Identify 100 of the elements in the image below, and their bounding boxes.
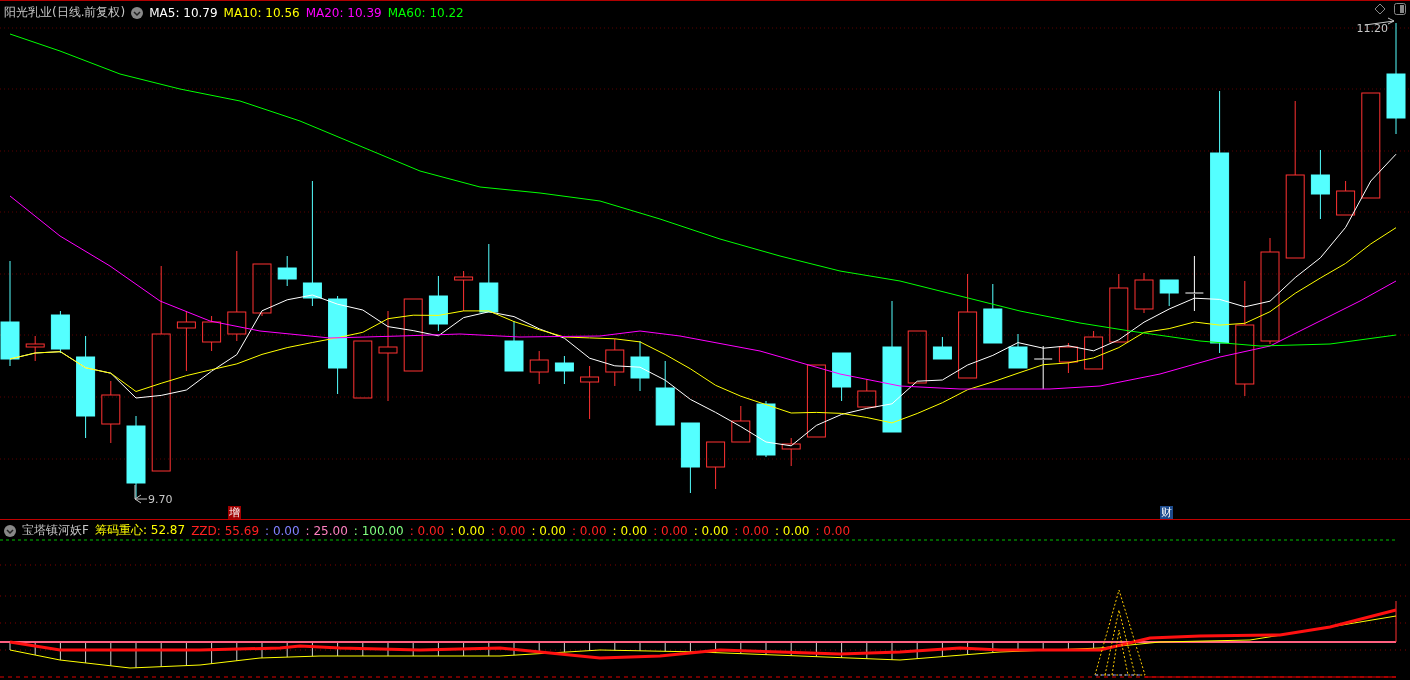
panel-toggle-icon[interactable]	[1394, 3, 1406, 15]
candlestick	[1159, 279, 1179, 307]
indicator-bar	[1017, 641, 1019, 652]
indicator-bar	[815, 641, 817, 658]
indicator-bar	[664, 641, 666, 652]
indicator-bar	[513, 641, 515, 656]
indicator-value: : 0.00	[531, 523, 566, 538]
candlestick	[428, 275, 448, 332]
indicator-value: : 0.00	[612, 523, 648, 538]
price-label: 11.20	[1356, 22, 1388, 35]
event-marker[interactable]: 财	[1160, 506, 1173, 519]
indicator-bar	[891, 641, 893, 661]
candlestick	[731, 405, 751, 443]
candlestick	[202, 315, 222, 352]
indicator-bar	[1042, 641, 1044, 651]
candlestick	[1310, 149, 1330, 220]
candlestick	[504, 320, 524, 372]
indicator-bar	[1395, 600, 1397, 643]
indicator-bar	[790, 641, 792, 657]
leader-line	[134, 484, 148, 504]
candlestick	[529, 350, 549, 385]
candlestick	[680, 422, 700, 494]
candlestick	[706, 441, 726, 490]
indicator-value: : 25.00	[305, 523, 348, 538]
candlestick	[1008, 333, 1028, 369]
indicator-value: : 0.00	[653, 523, 688, 538]
candlestick	[1109, 273, 1129, 343]
candlestick	[857, 378, 877, 408]
indicator-bar	[941, 641, 943, 658]
event-marker[interactable]: 增	[228, 506, 241, 519]
candlestick	[554, 355, 574, 385]
indicator-bar	[589, 641, 591, 652]
ma-value: MA10: 10.56	[223, 5, 300, 20]
indicator-bar	[211, 641, 213, 665]
candlestick	[25, 335, 45, 362]
indicator-bar	[412, 641, 414, 657]
dropdown-icon[interactable]	[131, 6, 144, 19]
indicator-value: ZZD: 55.69	[191, 523, 260, 538]
indicator-bar	[563, 641, 565, 653]
indicator-bar	[261, 641, 263, 659]
indicator-bar	[765, 641, 767, 656]
indicator-bar	[916, 641, 918, 660]
indicator-bar	[236, 641, 238, 662]
indicator-bar	[1093, 641, 1095, 649]
indicator-bar	[740, 641, 742, 655]
candlestick	[1184, 255, 1204, 312]
indicator-value: : 0.00	[490, 523, 526, 538]
indicator-bar	[286, 641, 288, 658]
indicator-value: : 0.00	[734, 523, 769, 538]
stock-title: 阳光乳业(日线.前复权)	[4, 4, 126, 21]
indicator-bar	[614, 641, 616, 651]
indicator-bar	[110, 641, 112, 667]
indicator-bar	[85, 641, 87, 664]
ma-value: MA20: 10.39	[305, 5, 382, 20]
candlestick	[353, 340, 373, 399]
ma-value: MA5: 10.79	[149, 5, 218, 20]
candlestick	[832, 352, 852, 402]
indicator-value: : 0.00	[450, 523, 485, 538]
candlestick	[605, 338, 625, 387]
indicator-bar	[135, 641, 137, 669]
indicator-value: : 0.00	[572, 523, 607, 538]
indicator-value: : 0.00	[774, 523, 810, 538]
candlestick	[1058, 342, 1078, 374]
indicator-bar	[9, 641, 11, 651]
indicator-value: : 100.00	[353, 523, 404, 538]
indicator-bar	[992, 641, 994, 654]
indicator-bar	[59, 641, 61, 661]
candlestick	[1033, 345, 1053, 390]
candlestick	[756, 400, 776, 458]
indicator-bar	[866, 641, 868, 660]
indicator-bar	[337, 641, 339, 657]
indicator-bar	[362, 641, 364, 657]
indicator-value: : 0.00	[815, 523, 851, 538]
indicator-value: : 0.00	[409, 523, 445, 538]
candlestick	[50, 310, 70, 354]
candlestick	[277, 255, 297, 287]
candlestick	[932, 336, 952, 360]
candlestick	[252, 263, 272, 317]
indicator-bar	[160, 641, 162, 668]
candlestick	[580, 365, 600, 420]
candlestick	[1084, 330, 1104, 370]
candlestick	[1336, 180, 1356, 216]
candlestick	[479, 243, 499, 313]
dropdown-icon[interactable]	[4, 524, 16, 537]
indicator-bar	[841, 641, 843, 659]
indicator-name: 宝塔镇河妖F	[22, 522, 89, 539]
candlestick	[1134, 272, 1154, 314]
diamond-icon[interactable]	[1374, 3, 1386, 15]
indicator-value: : 0.00	[265, 523, 300, 538]
indicator-bar	[463, 641, 465, 657]
indicator-bar	[639, 641, 641, 652]
price-label: 9.70	[148, 493, 173, 506]
candlestick	[983, 283, 1003, 344]
candlestick	[630, 340, 650, 392]
indicator-bar	[311, 641, 313, 657]
candlestick	[176, 310, 196, 372]
indicator-value: : 0.00	[693, 523, 729, 538]
indicator-bar	[1067, 641, 1069, 650]
indicator-bar	[488, 641, 490, 657]
indicator-bar	[387, 641, 389, 657]
